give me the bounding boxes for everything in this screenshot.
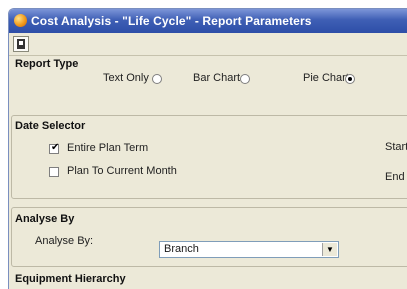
plan-to-current-month-checkbox[interactable] — [49, 167, 59, 177]
report-type-title: Report Type — [15, 58, 79, 70]
window-title: Cost Analysis - "Life Cycle" - Report Pa… — [31, 14, 312, 28]
page-icon — [17, 39, 25, 49]
bar-chart-radio[interactable] — [240, 74, 250, 84]
radio-selected-dot — [348, 77, 352, 81]
analyse-by-title: Analyse By — [15, 213, 75, 225]
page-icon-button[interactable] — [13, 36, 29, 52]
entire-plan-term-checkbox[interactable]: ✔ — [49, 142, 60, 154]
report-parameters-window: Cost Analysis - "Life Cycle" - Report Pa… — [8, 8, 407, 289]
pie-chart-radio[interactable] — [345, 74, 355, 84]
title-bar: Cost Analysis - "Life Cycle" - Report Pa… — [9, 9, 407, 33]
end-date-label: End — [385, 171, 405, 183]
start-date-label: Start — [385, 141, 407, 153]
equipment-hierarchy-title: Equipment Hierarchy — [15, 273, 126, 285]
entire-plan-term-label: Entire Plan Term — [67, 142, 149, 154]
chevron-down-icon[interactable]: ▼ — [322, 243, 337, 256]
date-selector-title: Date Selector — [15, 120, 86, 132]
analyse-by-value: Branch — [164, 243, 199, 255]
plan-to-current-month-label: Plan To Current Month — [67, 165, 177, 177]
app-icon — [14, 14, 27, 27]
pie-chart-label: Pie Chart — [303, 72, 349, 84]
analyse-by-field-label: Analyse By: — [35, 235, 94, 247]
analyse-by-select[interactable]: Branch ▼ — [159, 241, 339, 258]
text-only-label: Text Only — [103, 72, 149, 84]
text-only-radio[interactable] — [152, 74, 162, 84]
check-mark-icon: ✔ — [51, 142, 60, 153]
toolbar — [9, 33, 407, 56]
bar-chart-label: Bar Chart — [193, 72, 241, 84]
